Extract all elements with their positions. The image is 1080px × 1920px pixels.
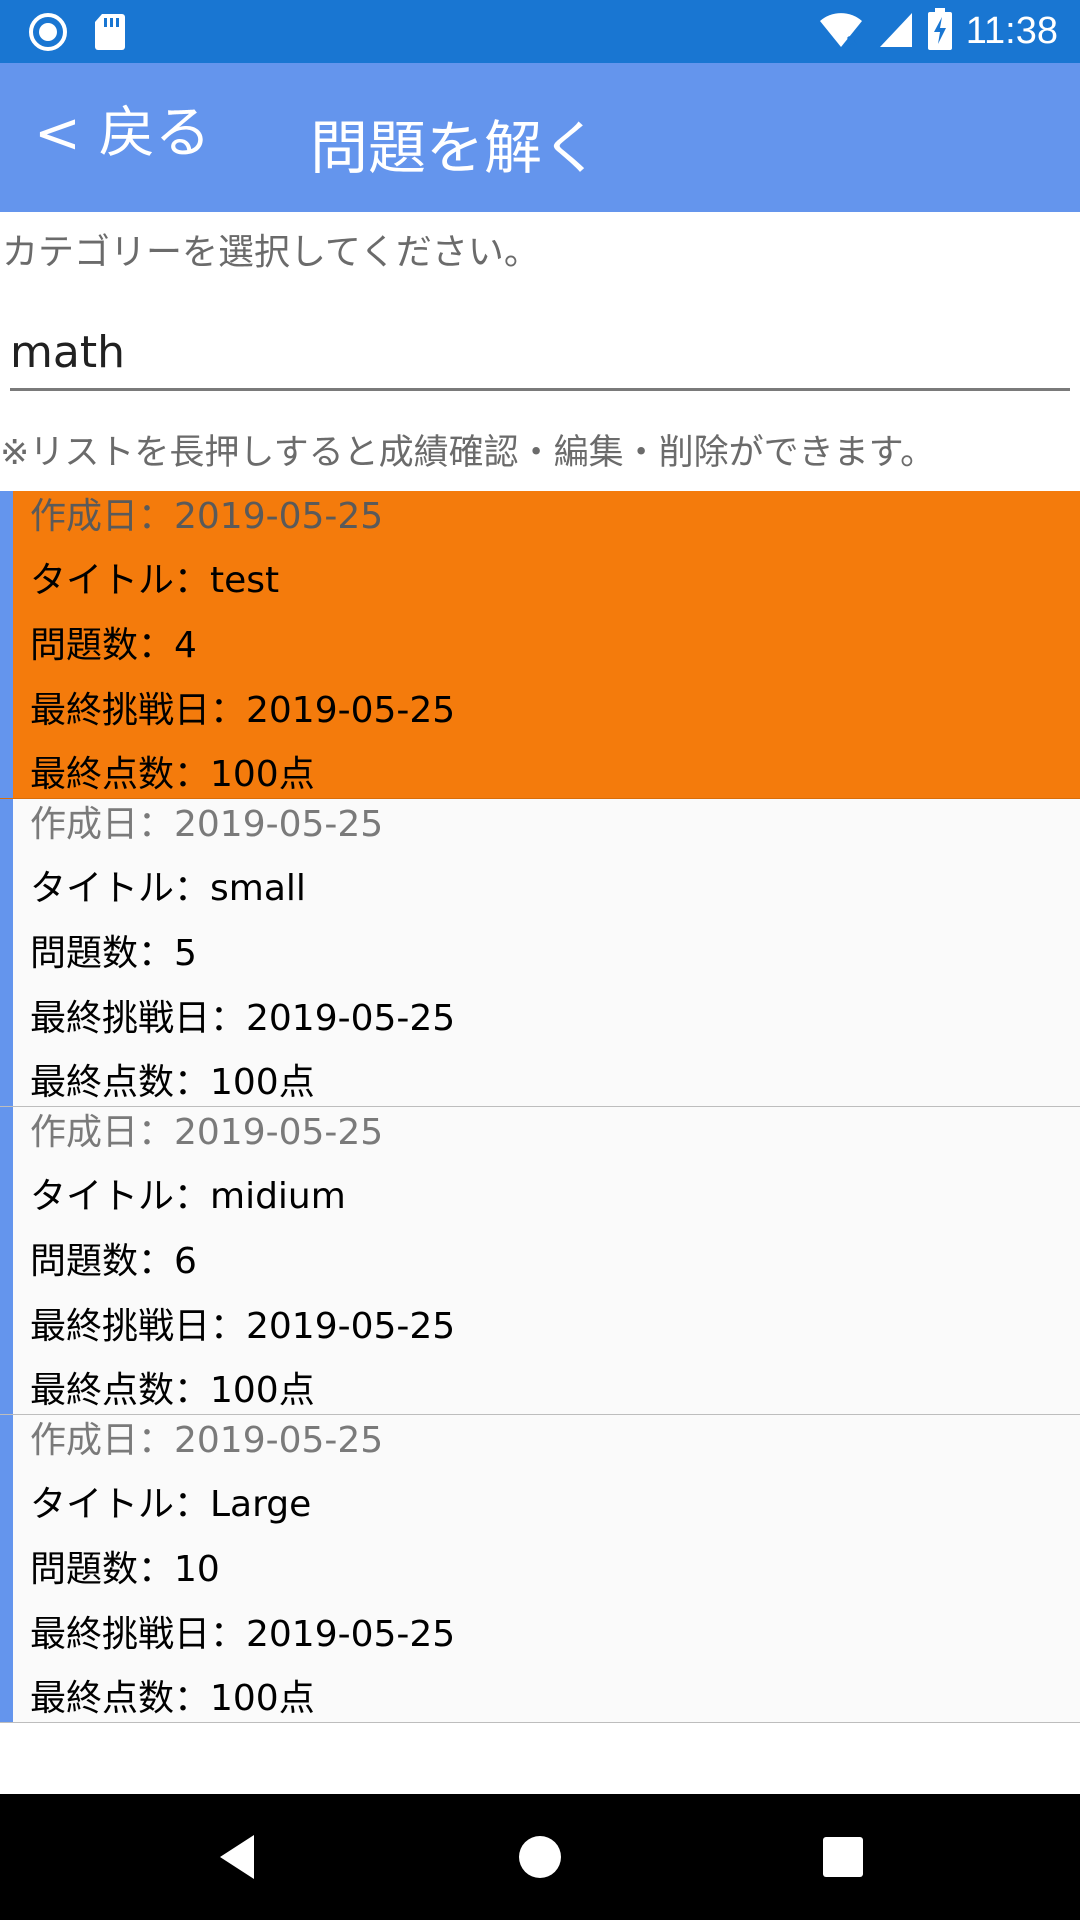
quiz-list-item[interactable]: 作成日：2019-05-25 タイトル：test 問題数：4 最終挑戦日：201… (0, 491, 1080, 799)
nav-back-icon[interactable] (210, 1827, 270, 1887)
created-date: 作成日：2019-05-25 (30, 804, 384, 845)
sd-card-icon (94, 12, 126, 56)
long-press-hint: ※リストを長押しすると成績確認・編集・削除ができます。 (0, 433, 936, 473)
item-accent-bar (0, 1107, 13, 1414)
nav-recent-icon[interactable] (813, 1827, 873, 1887)
item-accent-bar (0, 1415, 13, 1722)
last-score: 最終点数：100点 (30, 1062, 315, 1103)
status-time: 11:38 (965, 10, 1058, 52)
quiz-title: タイトル：small (30, 868, 306, 909)
battery-charging-icon (927, 8, 952, 54)
page-title: 問題を解く (310, 114, 601, 182)
last-attempt-date: 最終挑戦日：2019-05-25 (30, 1614, 456, 1655)
quiz-list-item[interactable]: 作成日：2019-05-25 タイトル：Large 問題数：10 最終挑戦日：2… (0, 1415, 1080, 1723)
last-score: 最終点数：100点 (30, 1370, 315, 1411)
quiz-list-item[interactable]: 作成日：2019-05-25 タイトル：midium 問題数：6 最終挑戦日：2… (0, 1107, 1080, 1415)
item-accent-bar (0, 799, 13, 1106)
question-count: 問題数：10 (30, 1549, 220, 1590)
created-date: 作成日：2019-05-25 (30, 1112, 384, 1153)
status-bar: 11:38 (0, 0, 1080, 63)
quiz-title: タイトル：test (30, 560, 280, 601)
last-attempt-date: 最終挑戦日：2019-05-25 (30, 1306, 456, 1347)
last-attempt-date: 最終挑戦日：2019-05-25 (30, 690, 456, 731)
quiz-list-item[interactable]: 作成日：2019-05-25 タイトル：small 問題数：5 最終挑戦日：20… (0, 799, 1080, 1107)
item-accent-bar (0, 491, 13, 798)
last-score: 最終点数：100点 (30, 1678, 315, 1719)
question-count: 問題数：5 (30, 933, 197, 974)
question-count: 問題数：6 (30, 1241, 197, 1282)
back-button[interactable]: < 戻る (34, 101, 211, 167)
created-date: 作成日：2019-05-25 (30, 496, 384, 537)
quiz-list: 作成日：2019-05-25 タイトル：test 問題数：4 最終挑戦日：201… (0, 491, 1080, 1723)
quiz-title: タイトル：Large (30, 1484, 312, 1525)
category-picker-value: math (10, 327, 125, 378)
signal-icon (878, 9, 914, 53)
wifi-icon (818, 9, 864, 53)
system-nav-bar (0, 1794, 1080, 1920)
category-picker[interactable]: math (10, 318, 1070, 391)
nav-home-icon[interactable] (510, 1827, 570, 1887)
category-prompt: カテゴリーを選択してください。 (2, 232, 540, 273)
record-icon (28, 12, 68, 56)
quiz-title: タイトル：midium (30, 1176, 346, 1217)
question-count: 問題数：4 (30, 625, 197, 666)
last-score: 最終点数：100点 (30, 754, 315, 795)
created-date: 作成日：2019-05-25 (30, 1420, 384, 1461)
last-attempt-date: 最終挑戦日：2019-05-25 (30, 998, 456, 1039)
app-bar: < 戻る 問題を解く (0, 63, 1080, 212)
